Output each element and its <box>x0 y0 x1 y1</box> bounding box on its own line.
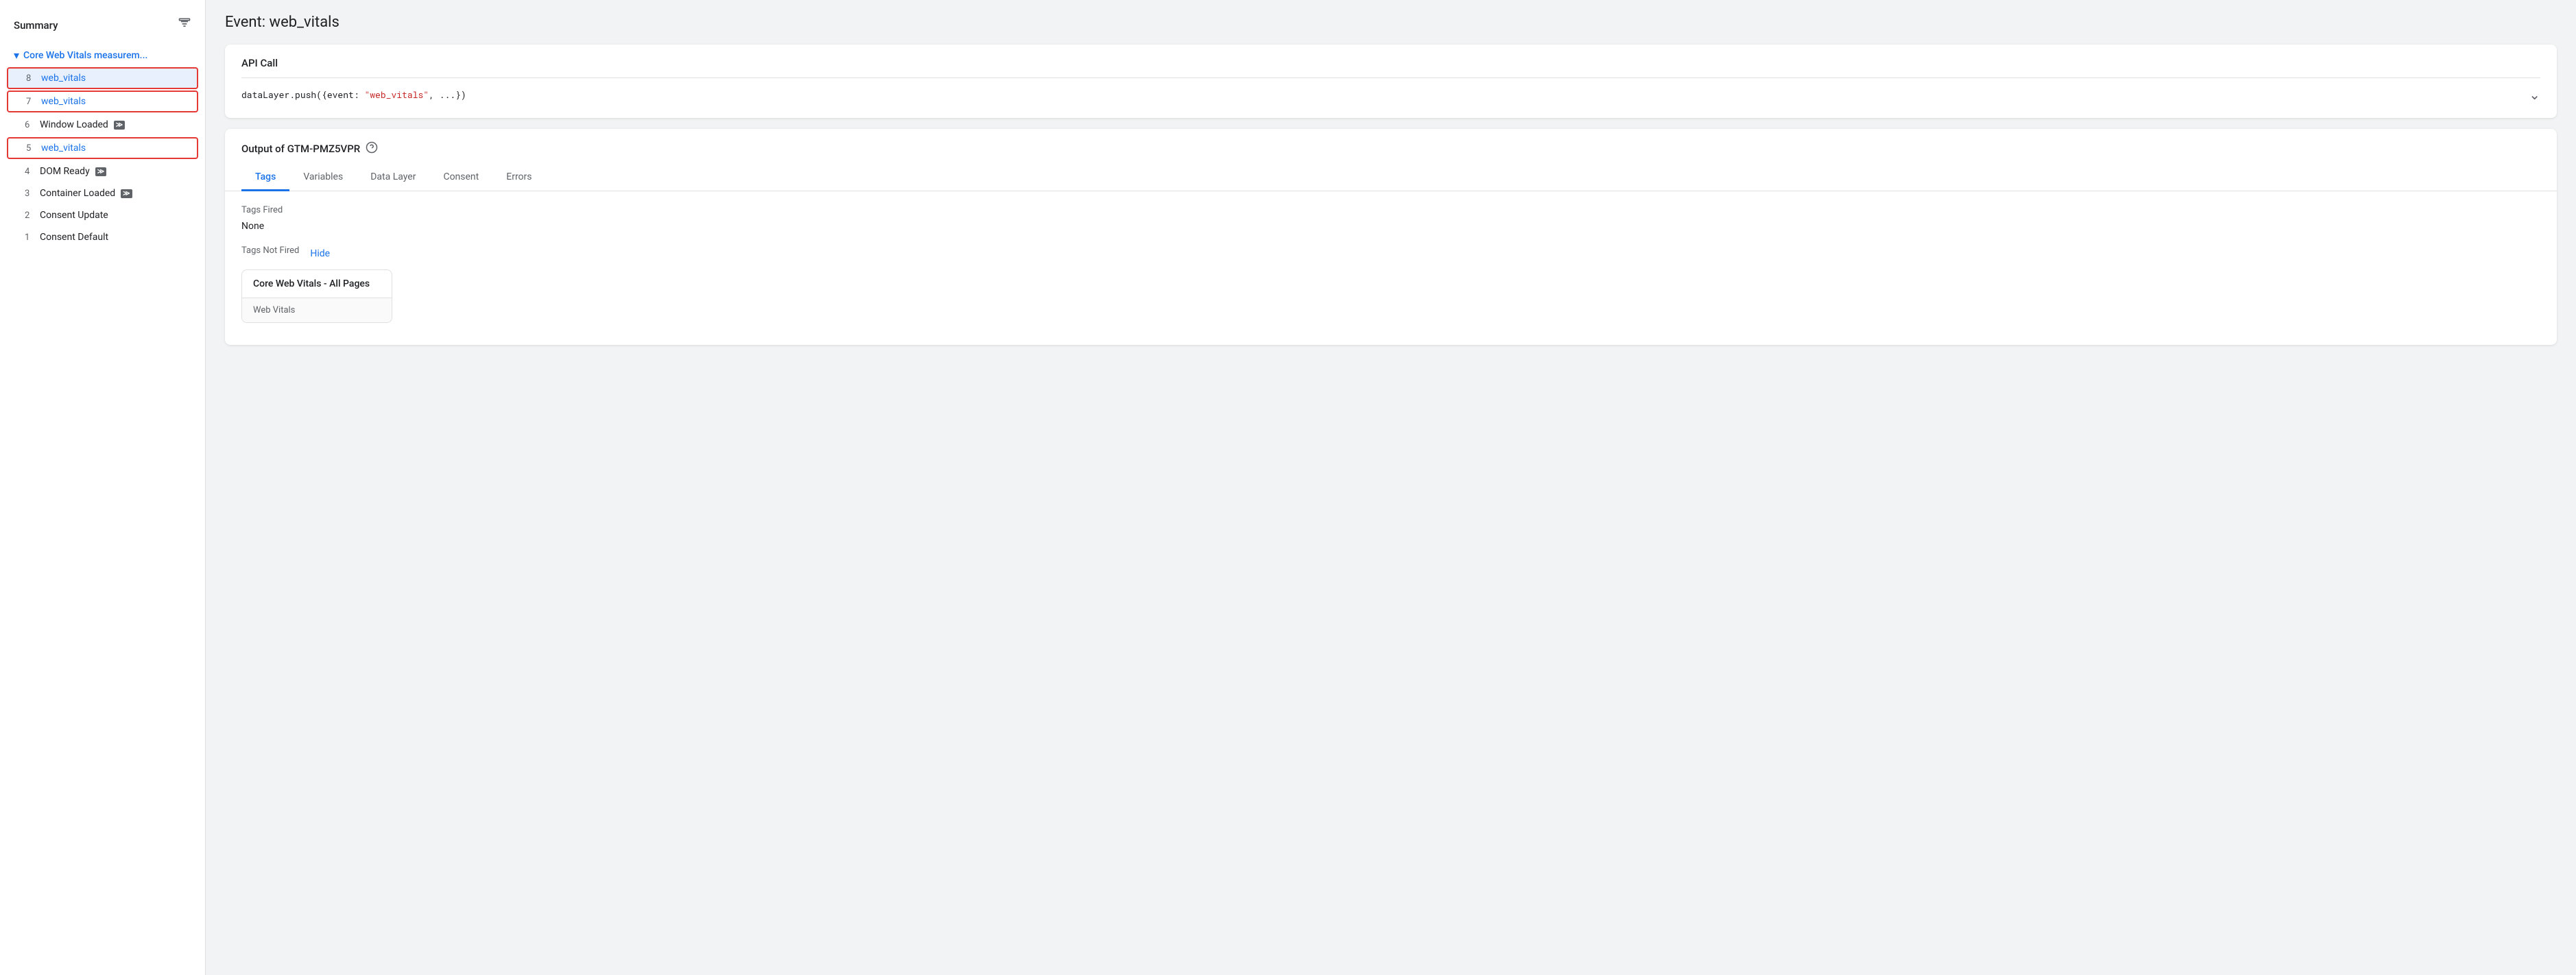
expand-icon[interactable]: ⌄ <box>2529 86 2540 103</box>
item-number-4: 4 <box>25 167 40 177</box>
api-call-card: API Call dataLayer.push({event: "web_vit… <box>225 45 2557 118</box>
sidebar-item-6[interactable]: 6 Window Loaded ≫ <box>0 114 205 136</box>
event-icon-4: ≫ <box>95 167 106 176</box>
sidebar-item-8[interactable]: 8 web_vitals <box>7 67 198 89</box>
event-icon-3: ≫ <box>121 189 132 198</box>
api-call-title: API Call <box>241 57 2540 69</box>
tab-tags[interactable]: Tags <box>241 165 289 191</box>
item-number-2: 2 <box>25 210 40 221</box>
page-title: Event: web_vitals <box>225 14 2557 31</box>
tab-variables[interactable]: Variables <box>289 165 357 191</box>
output-header: Output of GTM-PMZ5VPR <box>225 129 2557 156</box>
tag-card-0[interactable]: Core Web Vitals - All Pages Web Vitals <box>241 269 392 323</box>
sidebar-header: Summary <box>0 11 205 45</box>
tab-data-layer[interactable]: Data Layer <box>357 165 429 191</box>
item-number-8: 8 <box>26 73 41 84</box>
api-call-code: dataLayer.push({event: "web_vitals", ...… <box>241 88 466 101</box>
tags-content: Tags Fired None Tags Not Fired Hide Core… <box>225 191 2557 345</box>
tags-fired-value: None <box>241 221 2540 232</box>
main-content: Event: web_vitals API Call dataLayer.pus… <box>206 0 2576 975</box>
tabs-bar: Tags Variables Data Layer Consent Errors <box>225 165 2557 191</box>
item-number-7: 7 <box>26 97 41 107</box>
sidebar-group[interactable]: ▾ Core Web Vitals measurem... <box>0 45 205 66</box>
item-number-5: 5 <box>26 143 41 154</box>
output-card: Output of GTM-PMZ5VPR Tags Variables Dat… <box>225 129 2557 345</box>
sidebar-item-2[interactable]: 2 Consent Update <box>0 204 205 226</box>
tags-not-fired-header: Tags Not Fired Hide <box>241 245 2540 261</box>
tab-consent[interactable]: Consent <box>429 165 492 191</box>
item-number-6: 6 <box>25 120 40 130</box>
item-label-8: web_vitals <box>41 73 86 84</box>
api-call-section: API Call dataLayer.push({event: "web_vit… <box>225 45 2557 118</box>
tab-errors[interactable]: Errors <box>492 165 545 191</box>
tags-not-fired-label: Tags Not Fired <box>241 245 299 256</box>
sidebar: Summary ▾ Core Web Vitals measurem... 8 … <box>0 0 206 975</box>
sidebar-item-4[interactable]: 4 DOM Ready ≫ <box>0 160 205 182</box>
item-label-1: Consent Default <box>40 232 108 243</box>
event-icon-6: ≫ <box>114 121 125 130</box>
code-prefix: dataLayer.push({event: <box>241 88 364 101</box>
group-label: Core Web Vitals measurem... <box>23 50 147 61</box>
item-label-2: Consent Update <box>40 210 108 221</box>
tag-card-secondary-0: Web Vitals <box>242 298 392 322</box>
filter-icon[interactable] <box>178 16 191 34</box>
item-label-3: Container Loaded <box>40 188 115 199</box>
sidebar-item-3[interactable]: 3 Container Loaded ≫ <box>0 182 205 204</box>
item-number-3: 3 <box>25 189 40 199</box>
chevron-down-icon: ▾ <box>14 49 19 62</box>
sidebar-item-7[interactable]: 7 web_vitals <box>7 91 198 112</box>
help-icon[interactable] <box>366 141 378 156</box>
tag-card-primary-0: Core Web Vitals - All Pages <box>242 270 392 298</box>
item-number-1: 1 <box>25 232 40 243</box>
code-string: "web_vitals" <box>364 88 429 101</box>
sidebar-title: Summary <box>14 19 58 32</box>
code-suffix: , ...}) <box>429 88 466 101</box>
tags-fired-label: Tags Fired <box>241 205 2540 215</box>
sidebar-item-5[interactable]: 5 web_vitals <box>7 137 198 159</box>
api-call-row: dataLayer.push({event: "web_vitals", ...… <box>241 78 2540 106</box>
item-label-4: DOM Ready <box>40 166 90 177</box>
item-label-7: web_vitals <box>41 96 86 107</box>
hide-button[interactable]: Hide <box>310 248 330 259</box>
output-title: Output of GTM-PMZ5VPR <box>241 143 360 155</box>
item-label-6: Window Loaded <box>40 119 108 130</box>
sidebar-item-1[interactable]: 1 Consent Default <box>0 226 205 248</box>
item-label-5: web_vitals <box>41 143 86 154</box>
